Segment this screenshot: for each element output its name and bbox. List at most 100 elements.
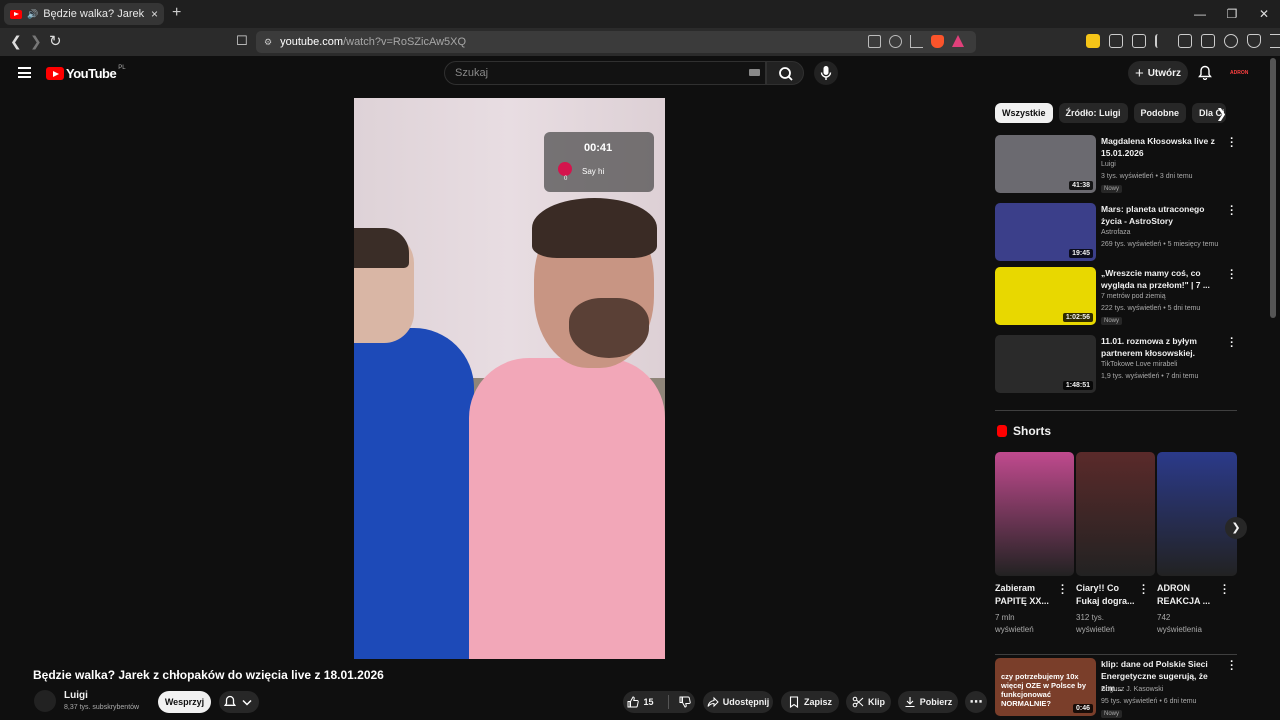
search-button[interactable] xyxy=(766,61,804,85)
brave-shield-icon[interactable] xyxy=(931,35,944,48)
rec-channel[interactable]: 7 metrów pod ziemią xyxy=(1101,293,1166,300)
keyboard-icon[interactable] xyxy=(749,69,760,76)
account-avatar[interactable]: ADRON xyxy=(1230,65,1248,81)
video-thumbnail[interactable]: 19:45 xyxy=(995,203,1096,261)
rec-title[interactable]: „Wreszcie mamy coś, co wygląda na przeło… xyxy=(1101,267,1227,291)
more-vert-icon[interactable]: · · · xyxy=(1230,334,1234,353)
create-button[interactable]: + Utwórz xyxy=(1128,61,1188,85)
more-vert-icon[interactable]: · · · xyxy=(1230,134,1234,153)
channel-avatar[interactable] xyxy=(34,690,56,712)
browser-tab[interactable]: 🔊 Będzie walka? Jarek z chłopaków do wzi… xyxy=(4,3,164,25)
youtube-logo[interactable]: YouTube PL xyxy=(46,64,126,81)
share-button[interactable]: Udostępnij xyxy=(703,691,773,713)
section-divider xyxy=(995,654,1237,655)
subscription-bell-button[interactable] xyxy=(219,691,259,713)
search-input[interactable]: Szukaj xyxy=(444,61,766,85)
wallet-icon[interactable] xyxy=(1201,34,1215,48)
dislike-icon[interactable] xyxy=(679,696,691,708)
recommendation-item[interactable]: 1:02:56 „Wreszcie mamy coś, co wygląda na… xyxy=(995,266,1240,327)
tab-close-icon[interactable]: × xyxy=(151,7,158,21)
rec-channel[interactable]: Luigi xyxy=(1101,161,1116,168)
address-bar[interactable]: ⚙ youtube.com /watch?v=RoSZicAw5XQ xyxy=(256,31,976,53)
more-vert-icon[interactable]: · · · xyxy=(1230,202,1234,221)
open-external-icon[interactable] xyxy=(868,35,881,48)
recommendation-item[interactable]: 41:38 Magdalena Kłosowska live z 15.01.20… xyxy=(995,134,1240,195)
voice-search-button[interactable] xyxy=(814,61,838,85)
search-icon xyxy=(779,67,793,81)
page-scrollbar[interactable] xyxy=(1270,58,1276,318)
duration-badge: 1:02:56 xyxy=(1062,313,1093,322)
chip-source[interactable]: Źródło: Luigi xyxy=(1058,103,1128,123)
zoom-icon[interactable] xyxy=(889,35,902,48)
recommendation-item[interactable]: 19:45 Mars: planeta utraconego życia - As… xyxy=(995,202,1240,263)
video-thumbnail[interactable]: 41:38 xyxy=(995,135,1096,193)
brave-rewards-icon[interactable] xyxy=(952,35,964,47)
music-icon[interactable] xyxy=(1155,34,1169,48)
video-frame-man-shirt xyxy=(469,358,665,659)
rec-title[interactable]: 11.01. rozmowa z byłym partnerem kłosows… xyxy=(1101,335,1227,359)
site-info-icon[interactable]: ⚙ xyxy=(264,37,272,48)
short-title[interactable]: ADRON REAKCJA ... xyxy=(1157,582,1217,608)
chip-similar[interactable]: Podobne xyxy=(1133,103,1187,123)
rec-meta: 269 tys. wyświetleń • 5 miesięcy temu xyxy=(1101,241,1219,248)
share-icon xyxy=(707,696,719,708)
sidebar-toggle-icon[interactable] xyxy=(1178,34,1192,48)
short-thumbnail[interactable] xyxy=(1076,452,1155,576)
download-button[interactable]: Pobierz xyxy=(898,691,958,713)
video-thumbnail[interactable]: czy potrzebujemy 10x więcej OZE w Polsce… xyxy=(995,658,1096,716)
rec-channel[interactable]: Bogusz J. Kasowski xyxy=(1101,686,1163,693)
rec-channel[interactable]: TikTokowe Love mirabeli xyxy=(1101,361,1177,368)
video-player[interactable]: 00:41 0 Say hi xyxy=(354,98,665,659)
hamburger-menu-icon[interactable] xyxy=(18,67,31,78)
more-actions-button[interactable]: ⋯ xyxy=(965,691,987,713)
short-thumbnail[interactable] xyxy=(1157,452,1237,576)
video-thumbnail[interactable]: 1:02:56 xyxy=(995,267,1096,325)
chips-next-icon[interactable]: ❯ xyxy=(1216,106,1227,122)
forward-icon[interactable]: ❯ xyxy=(30,33,42,50)
rec-channel[interactable]: Astrofaza xyxy=(1101,229,1131,236)
short-title[interactable]: Zabieram PAPITĘ XX... xyxy=(995,582,1055,608)
more-vert-icon[interactable]: · · · xyxy=(1223,581,1227,600)
new-tab-button[interactable]: + xyxy=(172,4,181,22)
close-window-button[interactable]: ✕ xyxy=(1248,0,1280,28)
clip-button[interactable]: Klip xyxy=(846,691,891,713)
vpn-icon[interactable] xyxy=(1247,34,1261,48)
more-vert-icon[interactable]: · · · xyxy=(1061,581,1065,600)
back-icon[interactable]: ❮ xyxy=(10,33,22,50)
notifications-bell-icon[interactable] xyxy=(1198,65,1212,80)
reload-icon[interactable]: ↻ xyxy=(49,32,62,50)
like-count[interactable]: 15 xyxy=(643,697,653,707)
logo-country: PL xyxy=(118,64,126,71)
extensions-puzzle-icon[interactable] xyxy=(1109,34,1123,48)
extension-tab-icon[interactable] xyxy=(1132,34,1146,48)
channel-name[interactable]: Luigi xyxy=(64,690,88,701)
video-thumbnail[interactable]: 1:48:51 xyxy=(995,335,1096,393)
like-icon[interactable] xyxy=(627,696,640,708)
overlay-timer: 00:41 xyxy=(584,142,613,154)
duration-badge: 1:48:51 xyxy=(1062,381,1093,390)
rec-meta: 95 tys. wyświetleń • 6 dni temu xyxy=(1101,698,1197,705)
short-thumbnail[interactable] xyxy=(995,452,1074,576)
more-vert-icon[interactable]: · · · xyxy=(1230,657,1234,676)
shorts-next-icon[interactable]: ❯ xyxy=(1225,517,1247,539)
recommendation-item[interactable]: 1:48:51 11.01. rozmowa z byłym partnerem … xyxy=(995,334,1240,395)
minimize-button[interactable]: — xyxy=(1184,0,1216,28)
leo-ai-icon[interactable] xyxy=(1224,34,1238,48)
bell-dropdown-icon xyxy=(223,695,252,706)
extension-yellow-icon[interactable] xyxy=(1086,34,1100,48)
rec-title[interactable]: Mars: planeta utraconego życia - AstroSt… xyxy=(1101,203,1227,227)
more-vert-icon[interactable]: · · · xyxy=(1230,266,1234,285)
shorts-icon xyxy=(997,425,1007,437)
short-views: 742 xyxy=(1157,613,1171,622)
share-page-icon[interactable] xyxy=(910,35,923,48)
maximize-button[interactable]: ❐ xyxy=(1216,0,1248,28)
short-title[interactable]: Ciary!! Co Fukaj dogra... xyxy=(1076,582,1136,608)
support-button[interactable]: Wesprzyj xyxy=(158,691,211,713)
recommendation-item[interactable]: czy potrzebujemy 10x więcej OZE w Polsce… xyxy=(995,657,1240,718)
rec-title[interactable]: Magdalena Kłosowska live z 15.01.2026 xyxy=(1101,135,1227,159)
chip-all[interactable]: Wszystkie xyxy=(995,103,1053,123)
browser-menu-icon[interactable] xyxy=(1270,34,1280,48)
save-button[interactable]: Zapisz xyxy=(781,691,839,713)
more-vert-icon[interactable]: · · · xyxy=(1142,581,1146,600)
bookmark-icon[interactable]: ☐ xyxy=(236,33,248,49)
